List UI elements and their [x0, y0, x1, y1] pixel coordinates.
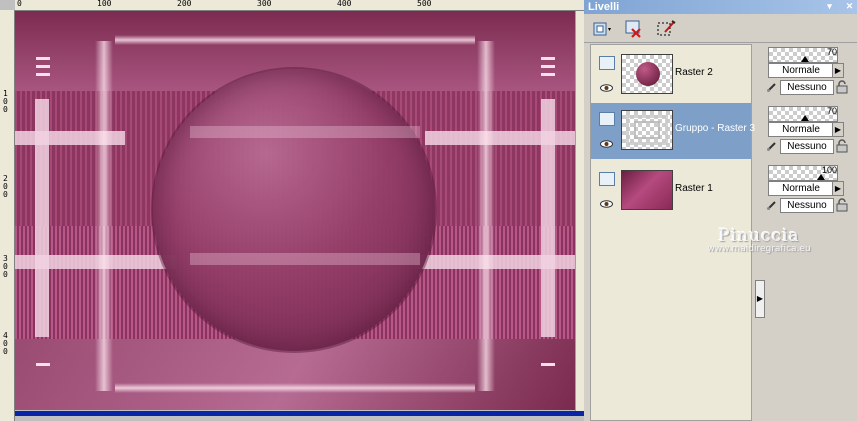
opacity-slider-thumb[interactable] — [801, 56, 810, 62]
new-layer-button[interactable] — [590, 17, 614, 41]
layer-name: Gruppo - Raster 3 — [675, 123, 756, 134]
ruler-label-500: 500 — [417, 0, 432, 8]
layers-toolbar — [584, 14, 857, 43]
canvas-bottom-bar — [15, 411, 584, 416]
watermark: Pinuccia www.maidiregrafica.eu — [664, 226, 854, 254]
panel-title: Livelli — [588, 1, 620, 13]
blend-mode-select[interactable]: Normale — [768, 63, 834, 78]
panel-pin-icon[interactable]: ▾ — [820, 1, 835, 12]
lock-icon[interactable] — [834, 138, 850, 154]
layer-name: Raster 2 — [675, 67, 713, 78]
opacity-slider-thumb[interactable] — [817, 174, 825, 180]
delete-layer-button[interactable] — [622, 17, 646, 41]
mask-field[interactable]: Nessuno — [780, 139, 834, 154]
blend-dropdown-arrow[interactable]: ▶ — [832, 63, 844, 78]
panel-close-icon[interactable]: ✕ — [840, 1, 855, 12]
ruler-label-400: 400 — [337, 0, 352, 8]
brush-icon — [767, 142, 776, 151]
layer-row-gruppo-raster-3[interactable]: Gruppo - Raster 3 — [591, 103, 755, 159]
brush-icon — [767, 201, 776, 210]
mask-field[interactable]: Nessuno — [780, 80, 834, 95]
mask-field[interactable]: Nessuno — [780, 198, 834, 213]
lock-icon[interactable] — [834, 197, 850, 213]
right-soft-stripe — [477, 41, 495, 391]
layer-name: Raster 1 — [675, 183, 713, 194]
layer-properties: 70 Normale ▶ Nessuno 70 Normale ▶ Nessun… — [764, 44, 854, 224]
layer-row-raster-1[interactable]: Raster 1 — [591, 163, 751, 219]
artwork-image[interactable] — [15, 11, 575, 410]
dash-marker — [541, 65, 555, 68]
brush-icon — [767, 83, 776, 92]
canvas-area[interactable]: 0 100 200 300 400 500 1 0 0 2 0 0 3 0 0 … — [0, 0, 584, 421]
canvas-vertical-scrollbar[interactable] — [575, 11, 584, 411]
dash-marker — [541, 57, 555, 60]
eye-icon[interactable] — [600, 84, 613, 92]
ruler-label-v400: 4 0 0 — [3, 331, 8, 356]
layer-thumbnail — [621, 54, 673, 94]
dash-marker — [36, 57, 50, 60]
dash-marker — [36, 363, 50, 366]
right-horizontal-stripe-lower — [415, 255, 575, 269]
layer-props-raster-2: 70 Normale ▶ Nessuno — [764, 44, 854, 100]
opacity-slider[interactable]: 70 — [768, 106, 838, 122]
layer-row-raster-2[interactable]: Raster 2 — [591, 47, 751, 103]
dash-marker — [541, 73, 555, 76]
blend-dropdown-arrow[interactable]: ▶ — [832, 181, 844, 196]
dash-marker — [36, 65, 50, 68]
dash-marker — [541, 363, 555, 366]
watermark-name: Pinuccia — [718, 226, 800, 246]
right-horizontal-stripe-upper — [425, 131, 575, 145]
panel-title-bar[interactable]: Livelli ▾ ✕ — [584, 0, 857, 14]
circle-inner-stripe-lower — [190, 253, 420, 265]
bottom-soft-stripe — [115, 383, 475, 393]
edit-selection-icon — [657, 20, 676, 36]
opacity-slider[interactable]: 70 — [768, 47, 838, 63]
opacity-slider[interactable]: 100 — [768, 165, 838, 181]
blend-dropdown-arrow[interactable]: ▶ — [832, 122, 844, 137]
layer-visibility-toggle[interactable] — [599, 112, 615, 126]
opacity-slider-thumb[interactable] — [801, 115, 810, 121]
ruler-label-200: 200 — [177, 0, 192, 8]
left-soft-stripe — [95, 41, 113, 391]
blend-mode-select[interactable]: Normale — [768, 122, 834, 137]
eye-icon[interactable] — [600, 140, 613, 148]
top-soft-stripe — [115, 35, 475, 45]
horizontal-ruler: 0 100 200 300 400 500 — [15, 0, 584, 11]
ruler-label-300: 300 — [257, 0, 272, 8]
edit-selection-button[interactable] — [654, 17, 678, 41]
ruler-label-100: 100 — [97, 0, 112, 8]
opacity-value: 70 — [826, 47, 837, 57]
panel-collapse-handle[interactable]: ▶ — [755, 280, 765, 318]
circle-inner-stripe-upper — [190, 126, 420, 138]
blend-mode-select[interactable]: Normale — [768, 181, 834, 196]
layer-visibility-toggle[interactable] — [599, 56, 615, 70]
layer-thumbnail — [621, 110, 673, 150]
lock-icon[interactable] — [834, 79, 850, 95]
central-circle — [153, 69, 435, 351]
delete-layer-icon — [625, 20, 641, 38]
layers-panel: Livelli ▾ ✕ Raster 2 Gruppo - Raster 3 R… — [584, 0, 857, 421]
layer-thumbnail — [621, 170, 673, 210]
ruler-label-0: 0 — [17, 0, 22, 8]
layer-visibility-toggle[interactable] — [599, 172, 615, 186]
ruler-label-v100: 1 0 0 — [3, 89, 8, 114]
layer-props-raster-1: 100 Normale ▶ Nessuno — [764, 162, 854, 218]
vertical-ruler: 1 0 0 2 0 0 3 0 0 4 0 0 — [0, 10, 15, 421]
ruler-label-v200: 2 0 0 — [3, 174, 8, 199]
opacity-value: 70 — [826, 106, 837, 116]
eye-icon[interactable] — [600, 200, 613, 208]
ruler-label-v300: 3 0 0 — [3, 254, 8, 279]
dash-marker — [36, 73, 50, 76]
layer-props-gruppo-raster-3: 70 Normale ▶ Nessuno — [764, 103, 854, 159]
new-layer-icon — [593, 22, 611, 36]
watermark-site: www.maidiregrafica.eu — [707, 244, 811, 254]
